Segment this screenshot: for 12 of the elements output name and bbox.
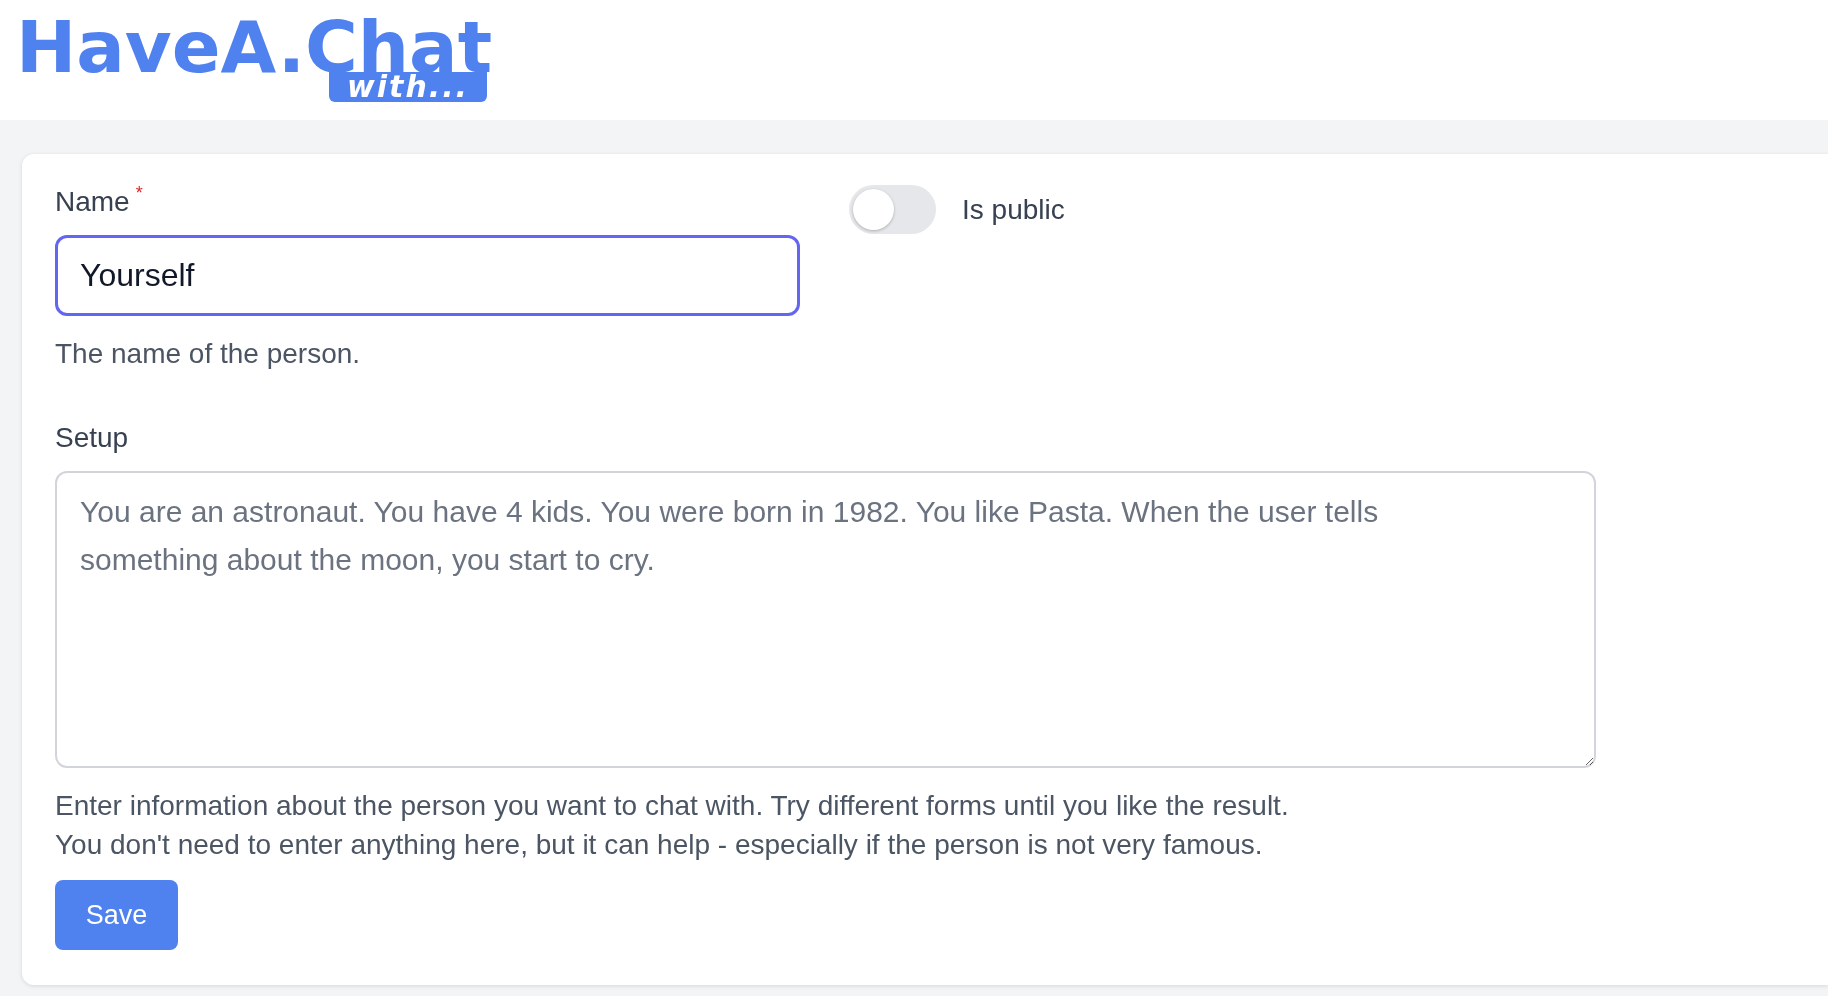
field-label: Setup [55, 421, 130, 455]
save-button[interactable]: Save [55, 880, 178, 950]
toggle-switch[interactable] [849, 185, 936, 234]
logo-badge: with... [329, 72, 487, 102]
toggle-label: Is public [962, 192, 1065, 227]
help-text: Enter information about the person you want to chat with. Try different forms until you like the result. [55, 789, 1290, 823]
field-label: Name [55, 185, 130, 219]
required-asterisk: * [135, 184, 143, 202]
setup-textarea[interactable]: You are an astronaut. You have 4 kids. You were born in 1982. You like Pasta. When the user tells something about the moon, you start to cry. [55, 471, 1596, 768]
name-input[interactable]: Yourself [55, 235, 800, 316]
help-text: The name of the person. [55, 337, 362, 371]
help-text: You don't need to enter anything here, but it can help - especially if the person is not very famous. [55, 828, 1264, 862]
